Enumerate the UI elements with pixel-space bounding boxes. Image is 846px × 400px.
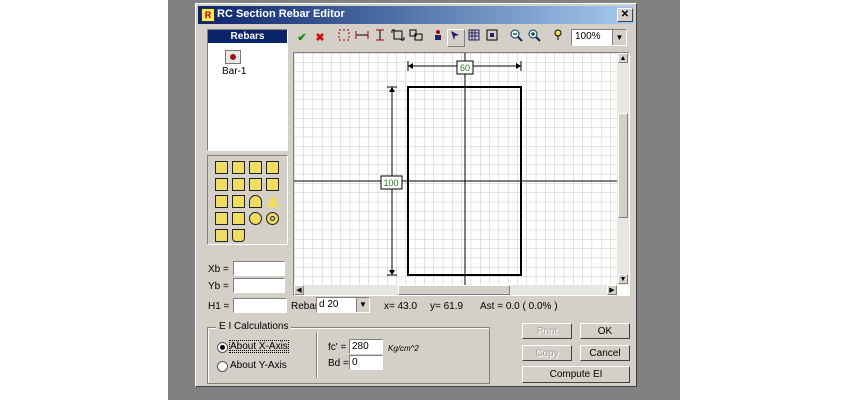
arch-shape-icon[interactable] <box>249 195 262 208</box>
width-dimension-value: 60 <box>460 63 470 73</box>
add-rebar-icon[interactable] <box>429 29 447 47</box>
pointer-tool-icon[interactable] <box>447 29 465 47</box>
print-button[interactable]: Print <box>522 323 572 339</box>
about-x-axis-radio[interactable] <box>217 342 228 353</box>
hollow-rectangle-shape-icon[interactable] <box>232 161 245 174</box>
chevron-down-icon[interactable]: ▼ <box>356 298 369 312</box>
bd-value: 0 <box>352 357 358 368</box>
cancel-button[interactable]: Cancel <box>580 345 630 361</box>
fit-section-icon[interactable] <box>389 29 407 47</box>
box-shape-icon[interactable] <box>249 161 262 174</box>
ei-calculations-group: E I Calculations About X-Axis About Y-Ax… <box>207 321 490 384</box>
vertical-scrollbar[interactable]: ▲ ▼ <box>617 53 629 285</box>
zoom-in-icon[interactable] <box>525 29 543 47</box>
ring-shape-icon[interactable] <box>266 212 279 225</box>
select-box-icon[interactable] <box>335 29 353 47</box>
title-bar[interactable]: R RC Section Rebar Editor ✕ <box>198 6 634 24</box>
delete-x-icon[interactable]: ✖ <box>311 29 329 47</box>
compute-ei-button[interactable]: Compute EI <box>522 366 630 383</box>
about-x-axis-label[interactable]: About X-Axis <box>229 340 289 353</box>
rebar-size-select[interactable]: d 20 ▼ <box>316 297 370 313</box>
multi-select-icon[interactable] <box>407 29 425 47</box>
u-shape-icon[interactable] <box>232 229 245 242</box>
rebars-list: Rebars Bar-1 <box>207 29 288 151</box>
help-icon[interactable] <box>549 29 567 47</box>
bar-1-label[interactable]: Bar-1 <box>222 66 246 77</box>
fc-label: fc' = <box>328 342 347 353</box>
pi-shape-icon[interactable] <box>215 229 228 242</box>
horizontal-scrollbar[interactable]: ◀ ▶ <box>294 285 617 295</box>
i-shape-icon[interactable] <box>215 195 228 208</box>
accept-check-icon[interactable]: ✔ <box>293 29 311 47</box>
ok-button[interactable]: OK <box>580 323 630 339</box>
copy-button[interactable]: Copy <box>522 345 572 361</box>
horizontal-scroll-thumb[interactable] <box>398 285 510 295</box>
l-shape-icon[interactable] <box>232 212 245 225</box>
cross-shape-icon[interactable] <box>232 195 245 208</box>
inverted-t-shape-icon[interactable] <box>266 178 279 191</box>
grid-toggle-icon[interactable] <box>465 29 483 47</box>
fc-unit: Kg/cm^2 <box>388 344 419 353</box>
status-y: y= 61.9 <box>430 301 464 312</box>
bd-input[interactable]: 0 <box>349 355 383 370</box>
status-x: x= 43.0 <box>384 301 418 312</box>
scroll-left-icon[interactable]: ◀ <box>294 285 304 295</box>
scroll-up-icon[interactable]: ▲ <box>618 53 628 63</box>
h1-label: H1 = <box>208 301 230 312</box>
circle-shape-icon[interactable] <box>249 212 262 225</box>
fc-input[interactable]: 280 <box>349 339 383 354</box>
about-y-axis-label[interactable]: About Y-Axis <box>230 360 287 371</box>
h1-input[interactable] <box>233 298 287 313</box>
c-shape-icon[interactable] <box>215 212 228 225</box>
rebar-size-value: d 20 <box>319 299 339 310</box>
bar-1-icon[interactable] <box>225 50 241 64</box>
double-t-shape-icon[interactable] <box>249 178 262 191</box>
close-button[interactable]: ✕ <box>617 8 633 22</box>
yb-label: Yb = <box>208 281 229 292</box>
zoom-select[interactable]: 100% ▼ <box>571 29 627 46</box>
ei-calculations-legend: E I Calculations <box>216 321 292 332</box>
drawing-canvas-frame: 60 100 ▲ ▼ ◀ ▶ <box>293 52 630 296</box>
horizontal-dimension-icon[interactable] <box>353 29 371 47</box>
window-title: RC Section Rebar Editor <box>217 8 345 20</box>
vertical-dimension-icon[interactable] <box>371 29 389 47</box>
properties-icon[interactable] <box>483 29 501 47</box>
section-shapes-panel <box>207 155 288 245</box>
height-dimension-value: 100 <box>383 178 398 188</box>
rebar-editor-window: R RC Section Rebar Editor ✕ Rebars Bar-1… <box>195 3 637 387</box>
zoom-value: 100% <box>575 31 601 42</box>
fc-value: 280 <box>352 341 369 352</box>
xb-input[interactable] <box>233 261 285 276</box>
t-shape-2-icon[interactable] <box>232 178 245 191</box>
group-divider <box>316 332 318 378</box>
app-icon: R <box>201 8 215 22</box>
scroll-down-icon[interactable]: ▼ <box>618 274 628 284</box>
triangle-shape-icon[interactable] <box>266 195 280 207</box>
chevron-down-icon[interactable]: ▼ <box>612 30 626 45</box>
scroll-right-icon[interactable]: ▶ <box>607 285 617 295</box>
bd-label: Bd = <box>328 358 349 369</box>
t-shape-icon[interactable] <box>215 178 228 191</box>
zoom-out-icon[interactable] <box>507 29 525 47</box>
rectangle-shape-icon[interactable] <box>215 161 228 174</box>
drawing-canvas[interactable]: 60 100 <box>294 53 617 285</box>
box-hollow-shape-icon[interactable] <box>266 161 279 174</box>
rebars-header: Rebars <box>208 30 287 43</box>
status-ast: Ast = 0.0 ( 0.0% ) <box>480 301 558 312</box>
about-y-axis-radio[interactable] <box>217 361 228 372</box>
yb-input[interactable] <box>233 278 285 293</box>
vertical-scroll-thumb[interactable] <box>618 113 628 218</box>
xb-label: Xb = <box>208 264 229 275</box>
